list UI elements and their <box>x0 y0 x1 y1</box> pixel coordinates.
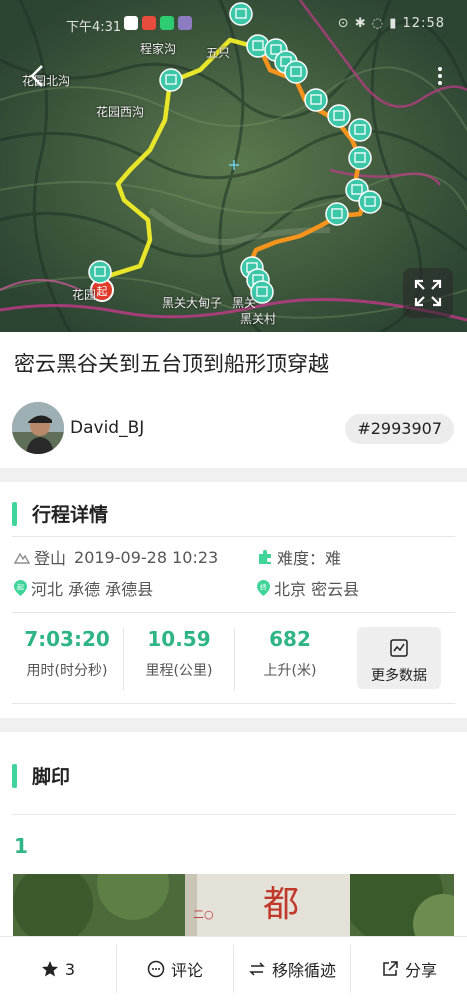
start-marker: 起 <box>97 285 108 298</box>
notification-icons <box>124 16 192 30</box>
more-dot-icon <box>438 81 442 85</box>
trip-id-badge: #2993907 <box>345 414 454 444</box>
like-count: 3 <box>64 959 76 979</box>
share-label: 分享 <box>404 961 437 980</box>
more-options-button[interactable] <box>435 64 445 90</box>
accent-bar <box>12 763 17 788</box>
stat-label: 上升(米) <box>263 663 317 679</box>
trip-title: 密云黑谷关到五台顶到船形顶穿越 <box>14 352 329 376</box>
terrain-background: 起 <box>0 0 467 332</box>
share-button[interactable]: 分享 <box>351 937 467 1000</box>
photo-inscription: 都 <box>263 884 299 925</box>
section-divider <box>0 718 467 732</box>
status-bar: 下午4:31 ⊙ ✱ ◌ ▮ 12:58 <box>0 0 467 40</box>
remove-follow-button[interactable]: 移除循迹 <box>234 937 350 1000</box>
stat-value: 10.59 <box>147 627 211 651</box>
map-label-heiguandianzi: 黑关大甸子 <box>162 296 223 310</box>
map-label-heiguan: 黑关 <box>232 296 257 310</box>
details-section-header: 行程详情 <box>12 500 108 527</box>
mountain-icon <box>14 552 30 564</box>
map-label-heiguancun: 黑关村 <box>240 312 277 326</box>
divider-line <box>12 814 455 815</box>
stat-ascent: 682 上升(米) <box>235 626 345 680</box>
app-notification-icon <box>124 16 138 30</box>
start-pin-icon: 起 <box>14 580 27 596</box>
end-place-row: 终 北京 密云县 <box>257 576 359 600</box>
map-label-huayuan: 花园 <box>72 288 97 302</box>
expand-icon <box>414 279 442 307</box>
footprint-photo[interactable]: 二○ 都 <box>13 874 454 936</box>
footprints-heading: 脚印 <box>32 766 71 788</box>
remove-follow-label: 移除循迹 <box>271 961 336 980</box>
section-divider <box>0 468 467 482</box>
stat-label: 里程(公里) <box>145 663 213 679</box>
activity-datetime: 2019-09-28 10:23 <box>74 547 219 567</box>
swap-icon <box>249 962 265 976</box>
chart-icon <box>390 639 408 657</box>
author-name[interactable]: David_BJ <box>70 418 144 438</box>
end-place: 北京 密云县 <box>274 580 360 599</box>
comment-label: 评论 <box>170 961 203 980</box>
more-data-button[interactable]: 更多数据 <box>357 627 441 689</box>
author-row[interactable]: David_BJ <box>12 402 144 454</box>
activity-type: 登山 <box>34 549 67 568</box>
comment-button[interactable]: 评论 <box>117 937 233 1000</box>
start-place: 河北 承德 承德县 <box>31 580 154 599</box>
divider-line <box>12 536 455 537</box>
difficulty-row: 难度： 难 <box>257 545 341 569</box>
footprint-index: 1 <box>14 834 28 858</box>
fullscreen-button[interactable] <box>403 268 453 318</box>
svg-text:起: 起 <box>17 584 24 592</box>
chevron-left-icon <box>30 65 43 87</box>
map-label-wuzhi: 五只 <box>206 46 231 60</box>
back-button[interactable] <box>24 62 52 90</box>
stat-value: 7:03:20 <box>24 627 110 651</box>
footprints-section-header: 脚印 <box>12 762 70 789</box>
comment-icon <box>147 960 165 978</box>
more-dot-icon <box>438 67 442 71</box>
svg-text:终: 终 <box>260 583 267 592</box>
like-button[interactable]: 3 <box>0 937 116 1000</box>
stat-distance: 10.59 里程(公里) <box>124 626 234 680</box>
app-notification-icon <box>160 16 174 30</box>
share-icon <box>383 961 398 976</box>
stat-label: 用时(时分秒) <box>26 663 108 679</box>
more-dot-icon <box>438 74 442 78</box>
photo-image: 二○ 都 <box>13 874 454 936</box>
map-label-chengjiagou: 程家沟 <box>140 42 177 56</box>
star-icon <box>41 961 58 977</box>
puzzle-icon <box>259 550 271 564</box>
accent-bar <box>12 501 17 526</box>
stat-value: 682 <box>269 627 311 651</box>
start-place-row: 起 河北 承德 承德县 <box>14 576 153 600</box>
route-map[interactable]: 起 程家沟 花园北沟 花园西沟 花园 黑关大甸子 黑关 黑关村 五只 下午4:3… <box>0 0 467 332</box>
more-data-label: 更多数据 <box>371 668 427 684</box>
stat-duration: 7:03:20 用时(时分秒) <box>12 626 122 680</box>
svg-text:二○: 二○ <box>193 908 214 921</box>
status-time: 下午4:31 <box>66 20 122 35</box>
details-heading: 行程详情 <box>32 504 109 526</box>
bottom-action-bar: 3 评论 移除循迹 分享 <box>0 936 467 1000</box>
difficulty-value: 难 <box>325 549 342 568</box>
divider-line <box>12 703 455 704</box>
system-status: ⊙ ✱ ◌ ▮ 12:58 <box>337 16 445 31</box>
activity-row: 登山 2019-09-28 10:23 <box>14 545 218 569</box>
difficulty-label: 难度： <box>277 549 326 568</box>
avatar-image <box>12 402 64 454</box>
end-pin-icon: 终 <box>257 580 270 596</box>
divider-line <box>12 612 455 613</box>
app-notification-icon <box>142 16 156 30</box>
avatar[interactable] <box>12 402 64 454</box>
app-notification-icon <box>178 16 192 30</box>
map-label-huayuanxigou: 花园西沟 <box>96 105 145 119</box>
